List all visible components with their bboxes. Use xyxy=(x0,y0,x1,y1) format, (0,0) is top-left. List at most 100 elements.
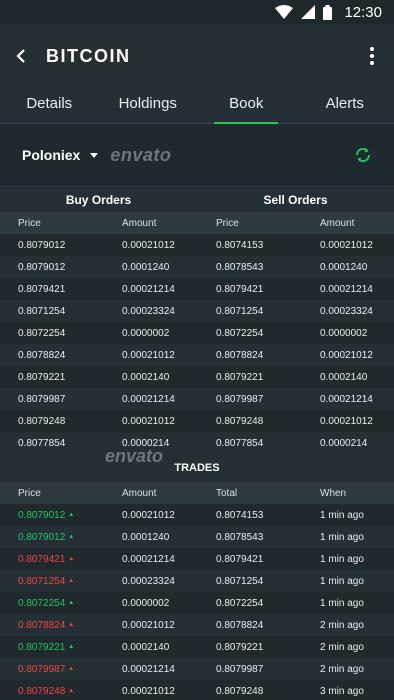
exchange-row: Poloniex envato xyxy=(0,124,394,186)
trade-amount: 0.00021012 xyxy=(122,509,175,521)
tab-holdings[interactable]: Holdings xyxy=(99,88,198,123)
signal-icon xyxy=(301,5,316,19)
sell-amount: 0.0000214 xyxy=(320,437,368,449)
order-row[interactable]: 0.8077854 0.0000214 0.8077854 0.0000214 xyxy=(0,432,394,454)
buy-amount: 0.0000002 xyxy=(122,327,170,339)
trade-amount: 0.0002140 xyxy=(122,641,170,653)
trade-price: 0.8072254 xyxy=(0,598,104,609)
buy-price: 0.8079248 xyxy=(18,415,66,427)
more-vert-icon xyxy=(370,47,374,51)
buy-price: 0.8077854 xyxy=(18,437,66,449)
orders-column-header: Price Amount Price Amount xyxy=(0,212,394,234)
trade-when: 3 min ago xyxy=(320,685,364,697)
trades-column-header: Price Amount Total When xyxy=(0,482,394,504)
sell-orders-title: Sell Orders xyxy=(263,193,328,207)
order-row[interactable]: 0.8079012 0.00021012 0.8074153 0.00021012 xyxy=(0,234,394,256)
trade-amount: 0.00021012 xyxy=(122,685,175,697)
buy-amount: 0.00021012 xyxy=(122,415,175,427)
trade-price: 0.8079421 xyxy=(0,554,104,565)
sell-price: 0.8071254 xyxy=(216,305,264,317)
trade-when: 1 min ago xyxy=(320,509,364,521)
trade-total: 0.8074153 xyxy=(216,509,264,521)
exchange-dropdown[interactable]: Poloniex xyxy=(22,147,99,163)
buy-amount: 0.00021214 xyxy=(122,283,175,295)
order-row[interactable]: 0.8079012 0.0001240 0.8078543 0.0001240 xyxy=(0,256,394,278)
trade-amount: 0.00023324 xyxy=(122,575,175,587)
buy-price: 0.8079421 xyxy=(18,283,66,295)
trade-when: 2 min ago xyxy=(320,663,364,675)
sell-price: 0.8079248 xyxy=(216,415,264,427)
trade-price: 0.8071254 xyxy=(0,576,104,587)
sell-amount: 0.00021214 xyxy=(320,283,373,295)
sell-amount: 0.0001240 xyxy=(320,261,368,273)
trade-total: 0.8071254 xyxy=(216,575,264,587)
order-row[interactable]: 0.8079248 0.00021012 0.8079248 0.00021012 xyxy=(0,410,394,432)
buy-price: 0.8079987 xyxy=(18,393,66,405)
sell-price: 0.8079987 xyxy=(216,393,264,405)
order-row[interactable]: 0.8079987 0.00021214 0.8079987 0.00021214 xyxy=(0,388,394,410)
buy-amount: 0.00021214 xyxy=(122,393,175,405)
trade-row[interactable]: 0.8079248 0.00021012 0.8079248 3 min ago xyxy=(0,680,394,700)
back-button[interactable] xyxy=(16,44,36,68)
trade-price: 0.8079987 xyxy=(0,664,104,675)
trade-total: 0.8079248 xyxy=(216,685,264,697)
buy-amount: 0.0002140 xyxy=(122,371,170,383)
trade-when: 1 min ago xyxy=(320,575,364,587)
buy-amount: 0.00021012 xyxy=(122,239,175,251)
trade-row[interactable]: 0.8079987 0.00021214 0.8079987 2 min ago xyxy=(0,658,394,680)
trade-price: 0.8078824 xyxy=(0,620,104,631)
trade-row[interactable]: 0.8072254 0.0000002 0.8072254 1 min ago xyxy=(0,592,394,614)
col-trade-price: Price xyxy=(18,487,41,499)
col-trade-total: Total xyxy=(216,487,238,499)
sell-amount: 0.0002140 xyxy=(320,371,368,383)
trade-row[interactable]: 0.8079012 0.00021012 0.8074153 1 min ago xyxy=(0,504,394,526)
refresh-button[interactable] xyxy=(354,146,372,164)
sell-amount: 0.0000002 xyxy=(320,327,368,339)
buy-price: 0.8071254 xyxy=(18,305,66,317)
order-row[interactable]: 0.8078824 0.00021012 0.8078824 0.00021012 xyxy=(0,344,394,366)
sell-amount: 0.00021012 xyxy=(320,239,373,251)
order-row[interactable]: 0.8079221 0.0002140 0.8079221 0.0002140 xyxy=(0,366,394,388)
trade-when: 1 min ago xyxy=(320,531,364,543)
trade-price: 0.8079221 xyxy=(0,642,104,653)
trade-amount: 0.0000002 xyxy=(122,597,170,609)
col-trade-amount: Amount xyxy=(122,487,157,499)
tab-details[interactable]: Details xyxy=(0,88,99,123)
sell-amount: 0.00023324 xyxy=(320,305,373,317)
trade-price: 0.8079012 xyxy=(0,532,104,543)
buy-orders-title: Buy Orders xyxy=(65,193,132,207)
trade-row[interactable]: 0.8079221 0.0002140 0.8079221 2 min ago xyxy=(0,636,394,658)
buy-price: 0.8079012 xyxy=(18,261,66,273)
exchange-name: Poloniex xyxy=(22,147,81,163)
tab-book[interactable]: Book xyxy=(197,88,296,123)
order-row[interactable]: 0.8071254 0.00023324 0.8071254 0.00023324 xyxy=(0,300,394,322)
trade-row[interactable]: 0.8079421 0.00021214 0.8079421 1 min ago xyxy=(0,548,394,570)
refresh-icon xyxy=(355,147,371,163)
tab-bar: Details Holdings Book Alerts xyxy=(0,88,394,124)
trade-row[interactable]: 0.8078824 0.00021012 0.8078824 2 min ago xyxy=(0,614,394,636)
envato-watermark-2: envato xyxy=(105,446,164,466)
sell-amount: 0.00021012 xyxy=(320,349,373,361)
order-row[interactable]: 0.8079421 0.00021214 0.8079421 0.00021214 xyxy=(0,278,394,300)
status-time: 12:30 xyxy=(344,3,382,21)
trade-row[interactable]: 0.8079012 0.0001240 0.8078543 1 min ago xyxy=(0,526,394,548)
trade-when: 2 min ago xyxy=(320,619,364,631)
battery-icon xyxy=(323,4,333,20)
buy-amount: 0.0001240 xyxy=(122,261,170,273)
trade-total: 0.8078543 xyxy=(216,531,264,543)
buy-price: 0.8079012 xyxy=(18,239,66,251)
more-options-button[interactable] xyxy=(366,47,378,65)
trade-total: 0.8078824 xyxy=(216,619,264,631)
trade-row[interactable]: 0.8071254 0.00023324 0.8071254 1 min ago xyxy=(0,570,394,592)
chevron-down-icon xyxy=(90,152,99,158)
order-row[interactable]: 0.8072254 0.0000002 0.8072254 0.0000002 xyxy=(0,322,394,344)
envato-watermark: envato xyxy=(110,144,172,165)
trade-when: 2 min ago xyxy=(320,641,364,653)
col-sell-price: Price xyxy=(216,217,239,229)
tab-alerts[interactable]: Alerts xyxy=(296,88,394,123)
page-title: BITCOIN xyxy=(46,45,131,66)
wifi-icon xyxy=(275,5,294,19)
sell-price: 0.8079221 xyxy=(216,371,264,383)
sell-price: 0.8074153 xyxy=(216,239,264,251)
col-buy-amount: Amount xyxy=(122,217,157,229)
